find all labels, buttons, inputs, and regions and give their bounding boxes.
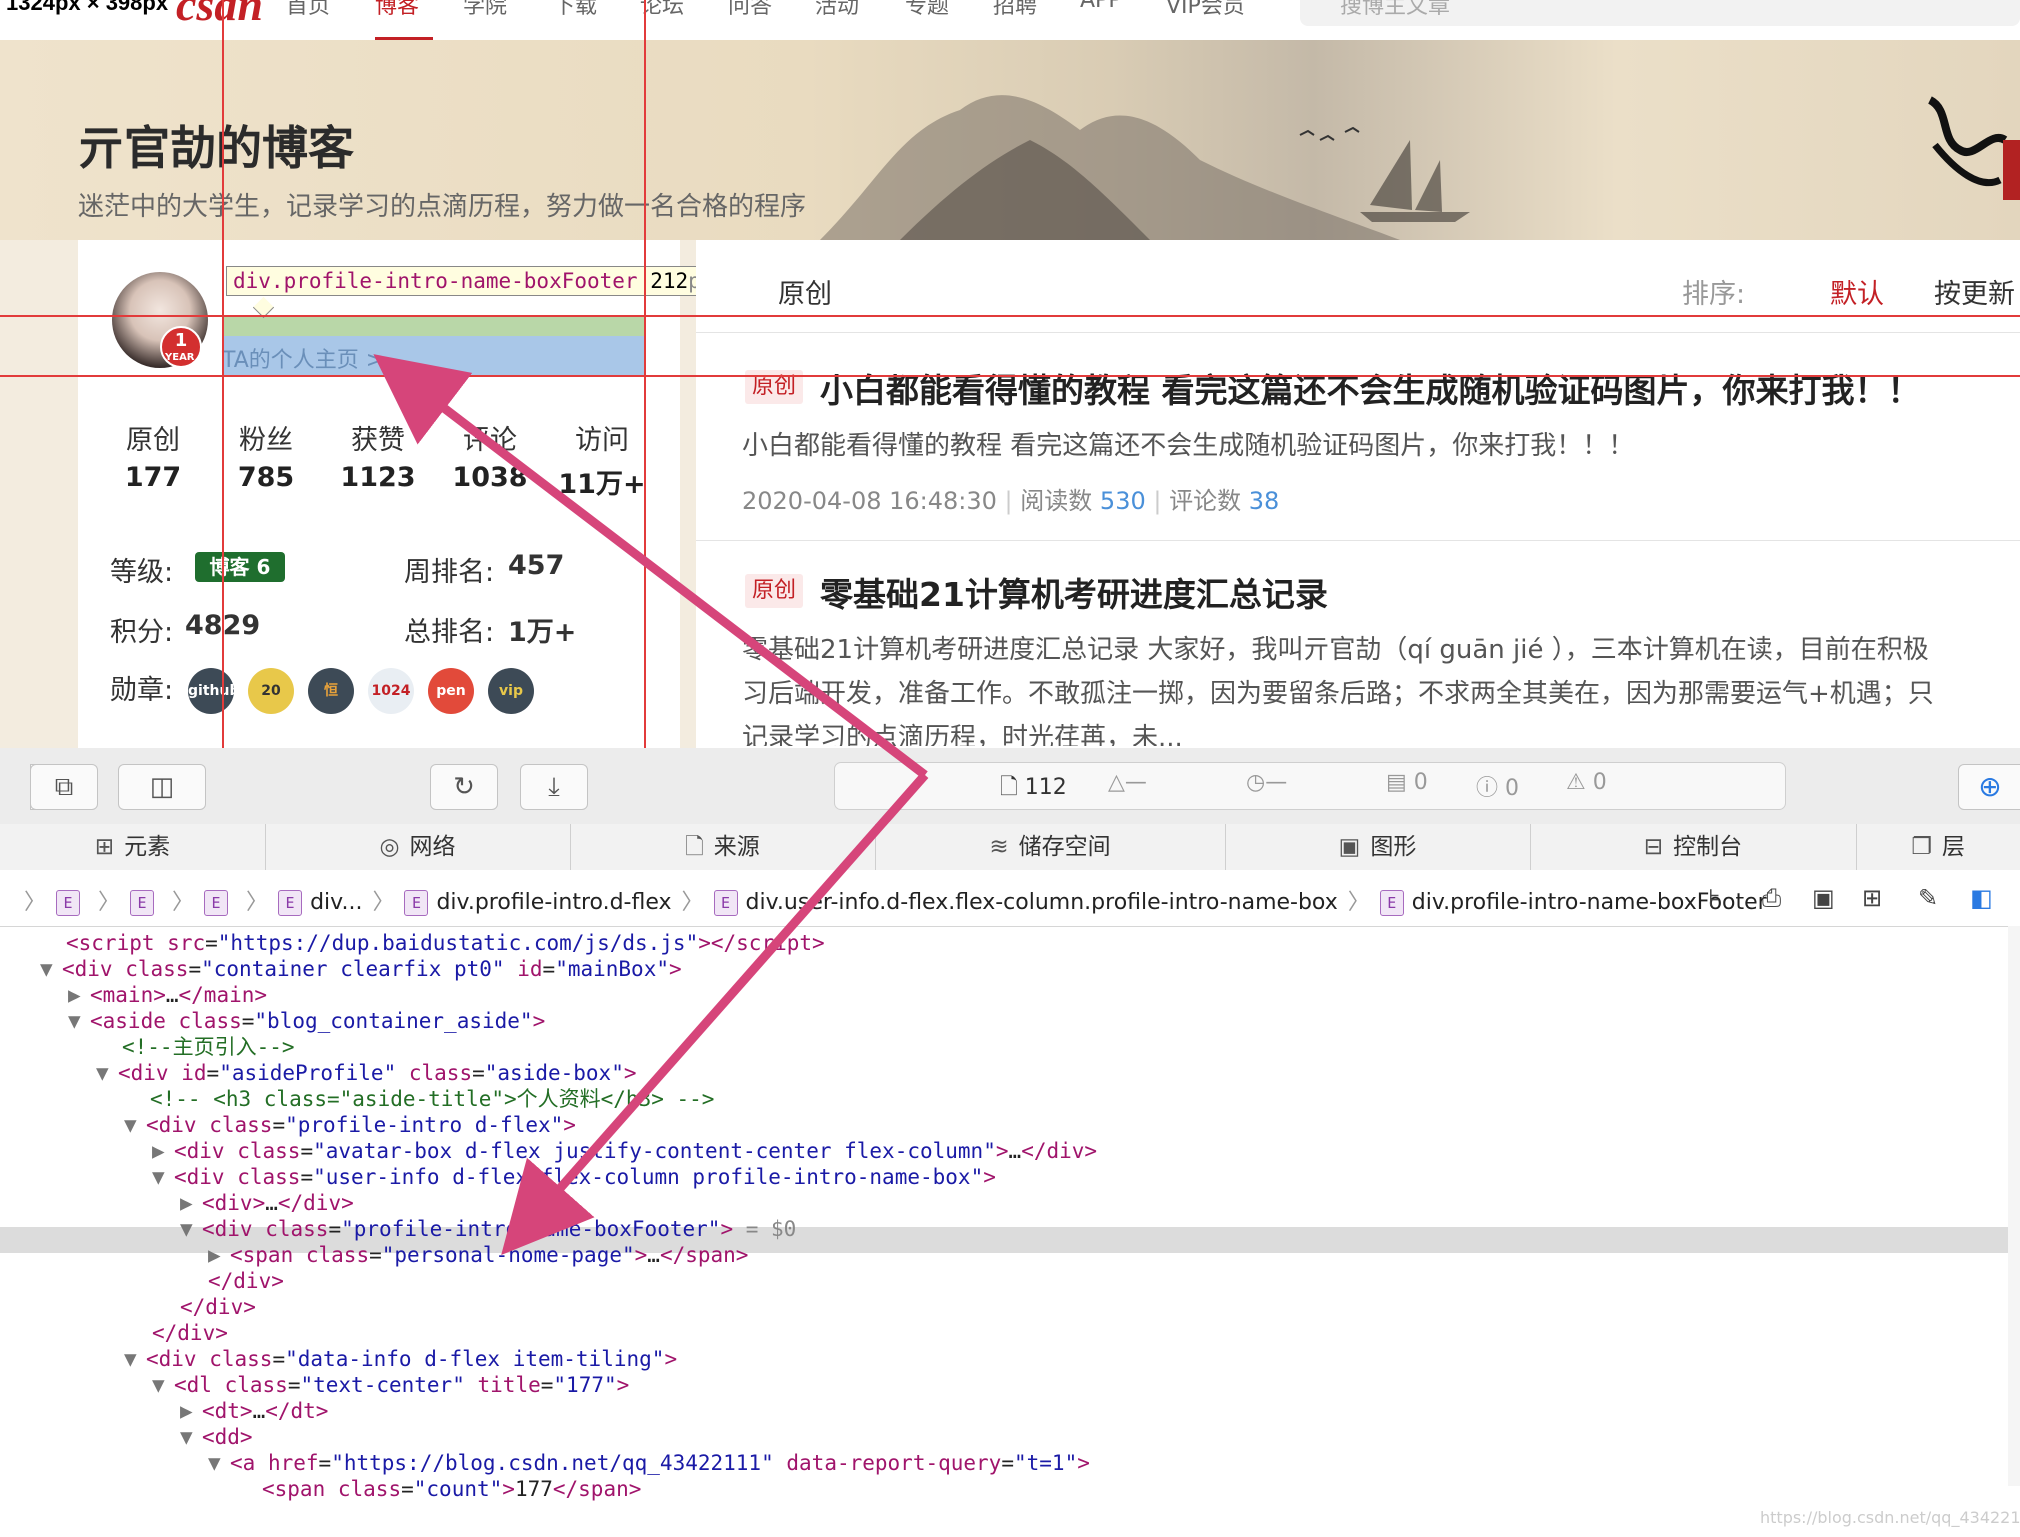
annotation-arrow <box>501 772 929 1255</box>
annotation-arrow <box>373 354 928 779</box>
annotation-arrows <box>373 354 929 1255</box>
